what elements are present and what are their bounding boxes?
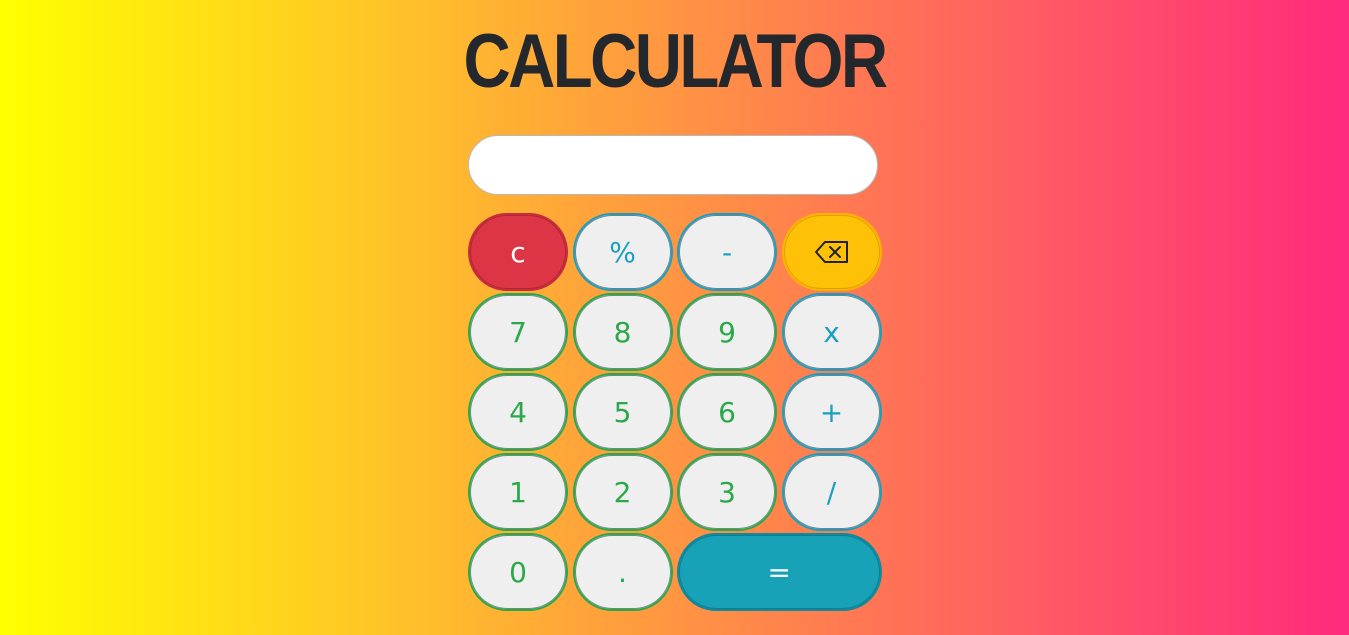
digit-2-button[interactable]: 2 bbox=[572, 453, 673, 531]
digit-8-button[interactable]: 8 bbox=[572, 293, 673, 371]
digit-3-button[interactable]: 3 bbox=[677, 453, 777, 531]
plus-button[interactable]: + bbox=[781, 373, 882, 451]
digit-9-button[interactable]: 9 bbox=[677, 293, 777, 371]
multiply-button[interactable]: x bbox=[781, 293, 882, 371]
page-title: CALCULATOR bbox=[463, 19, 889, 104]
keypad: c % - 7 8 9 x 4 5 6 + 1 2 3 / 0 . = bbox=[468, 213, 882, 611]
digit-6-button[interactable]: 6 bbox=[677, 373, 777, 451]
digit-4-button[interactable]: 4 bbox=[468, 373, 568, 451]
percent-button[interactable]: % bbox=[572, 213, 673, 291]
digit-1-button[interactable]: 1 bbox=[468, 453, 568, 531]
digit-5-button[interactable]: 5 bbox=[572, 373, 673, 451]
minus-button[interactable]: - bbox=[677, 213, 777, 291]
decimal-button[interactable]: . bbox=[572, 533, 673, 611]
display-input[interactable] bbox=[468, 135, 878, 195]
backspace-button[interactable] bbox=[781, 213, 882, 291]
divide-button[interactable]: / bbox=[781, 453, 882, 531]
clear-button[interactable]: c bbox=[468, 213, 568, 291]
backspace-icon bbox=[814, 241, 848, 263]
digit-0-button[interactable]: 0 bbox=[468, 533, 568, 611]
digit-7-button[interactable]: 7 bbox=[468, 293, 568, 371]
equals-button[interactable]: = bbox=[677, 533, 882, 611]
